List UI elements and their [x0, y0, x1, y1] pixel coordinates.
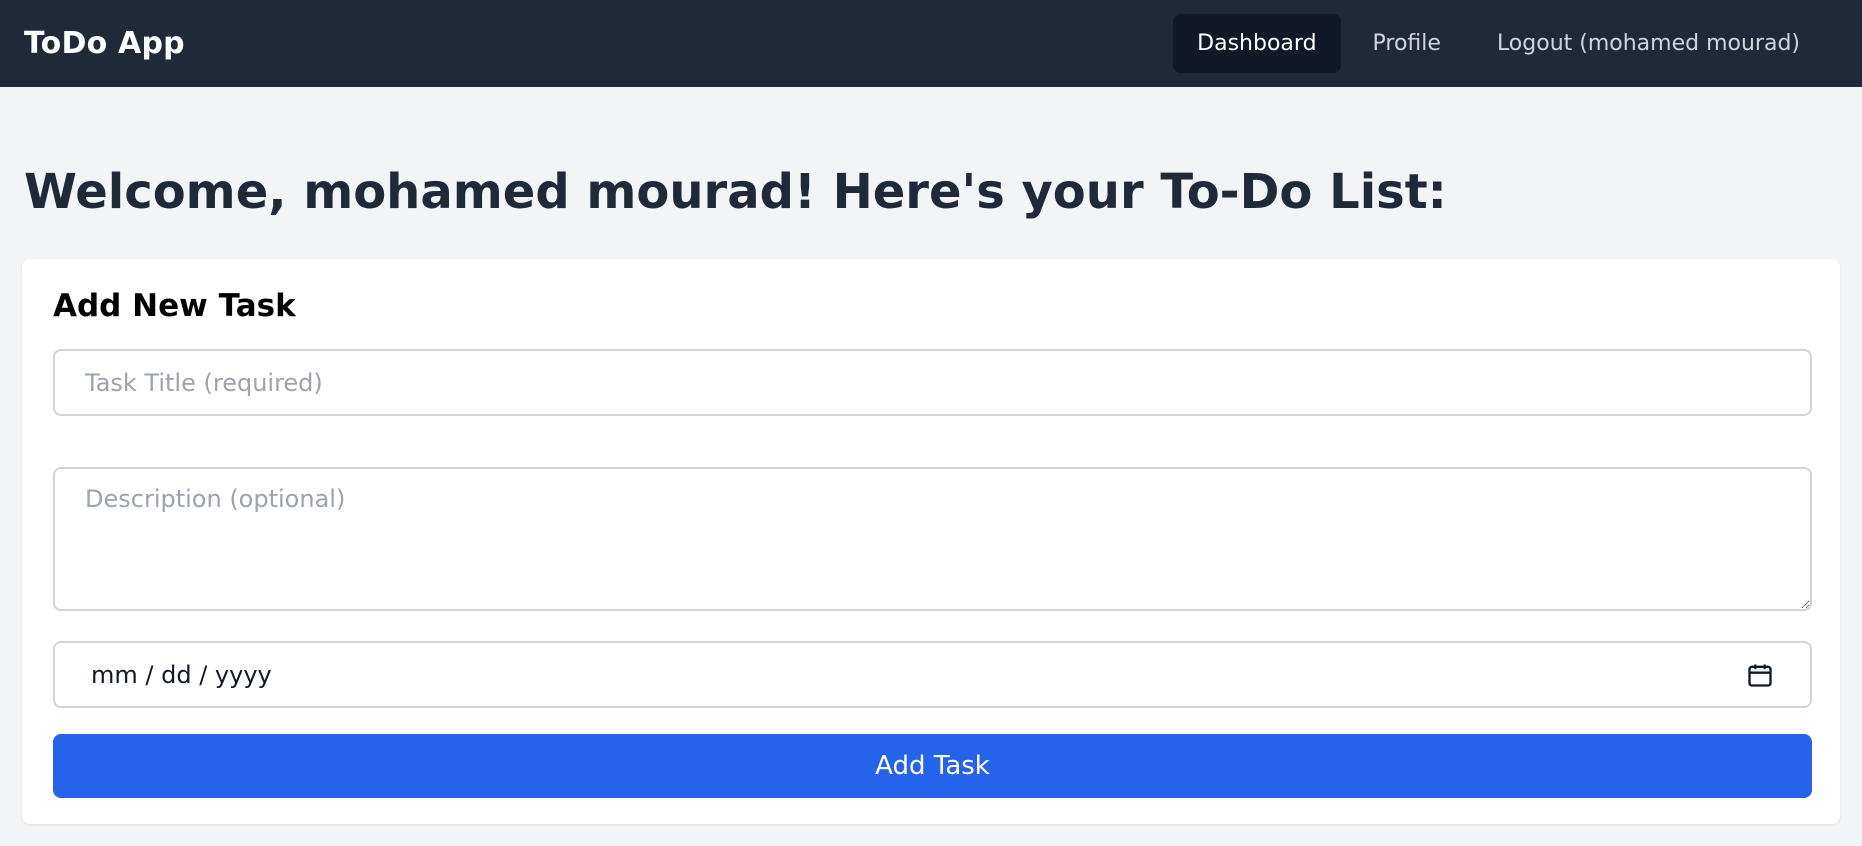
top-navbar: ToDo App Dashboard Profile Logout (moham…: [0, 0, 1862, 87]
task-description-input[interactable]: [53, 467, 1812, 611]
nav-links: Dashboard Profile Logout (mohamed mourad…: [1173, 14, 1824, 73]
add-task-heading: Add New Task: [53, 288, 296, 324]
nav-dashboard-link[interactable]: Dashboard: [1173, 14, 1341, 73]
task-title-input[interactable]: [53, 349, 1812, 416]
date-placeholder-text: mm / dd / yyyy: [91, 660, 272, 689]
add-task-card: Add New Task mm / dd / yyyy Add Task: [22, 259, 1840, 824]
due-date-input[interactable]: mm / dd / yyyy: [53, 641, 1812, 708]
nav-profile-link[interactable]: Profile: [1349, 14, 1465, 73]
calendar-icon[interactable]: [1744, 659, 1776, 691]
page-title: Welcome, mohamed mourad! Here's your To-…: [24, 164, 1447, 220]
add-task-button[interactable]: Add Task: [53, 734, 1812, 798]
nav-logout-link[interactable]: Logout (mohamed mourad): [1473, 14, 1824, 73]
app-brand[interactable]: ToDo App: [24, 26, 185, 61]
